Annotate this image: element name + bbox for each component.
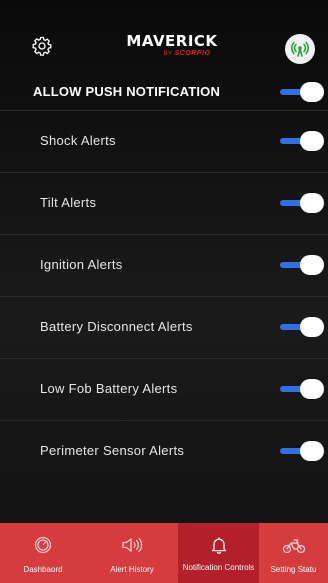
signal-button[interactable] <box>285 34 315 64</box>
bell-icon <box>210 536 228 554</box>
ignition-alerts-toggle[interactable] <box>280 255 324 275</box>
alert-label: Low Fob Battery Alerts <box>40 381 178 396</box>
alert-row-tilt: Tilt Alerts <box>0 172 328 234</box>
toggle-knob <box>300 379 324 399</box>
gear-icon[interactable] <box>32 36 52 56</box>
low-fob-battery-alerts-toggle[interactable] <box>280 379 324 399</box>
tilt-alerts-toggle[interactable] <box>280 193 324 213</box>
alert-row-ignition: Ignition Alerts <box>0 234 328 296</box>
shock-alerts-toggle[interactable] <box>280 131 324 151</box>
motorcycle-icon <box>282 536 306 554</box>
tab-notification-controls[interactable]: Notification Controls <box>178 523 259 583</box>
header: MAVERICK BY SCORPIO <box>0 0 328 78</box>
alert-row-battery-disconnect: Battery Disconnect Alerts <box>0 296 328 358</box>
battery-disconnect-alerts-toggle[interactable] <box>280 317 324 337</box>
master-notification-label: ALLOW PUSH NOTIFICATION <box>33 84 221 99</box>
perimeter-sensor-alerts-toggle[interactable] <box>280 441 324 461</box>
alert-row-low-fob-battery: Low Fob Battery Alerts <box>0 358 328 420</box>
tab-label: Notification Controls <box>182 563 255 572</box>
alert-label: Shock Alerts <box>40 133 116 148</box>
tab-label: Dashbaord <box>23 565 63 574</box>
logo-subtitle: BY SCORPIO <box>163 50 211 57</box>
tab-setting-status[interactable]: Setting Statu <box>259 523 328 583</box>
speaker-icon <box>121 536 143 554</box>
alert-label: Perimeter Sensor Alerts <box>40 443 185 458</box>
speedometer-icon <box>34 536 52 554</box>
tab-label: Alert History <box>110 565 154 574</box>
toggle-knob <box>300 131 324 151</box>
notification-controls-screen: MAVERICK BY SCORPIO ALLOW PUSH NOTIFICATI… <box>0 0 328 583</box>
logo-wordmark: MAVERICK <box>126 32 218 50</box>
alert-label: Ignition Alerts <box>40 257 123 272</box>
toggle-knob <box>300 193 324 213</box>
signal-tower-icon <box>291 41 309 57</box>
master-notification-toggle[interactable] <box>280 82 324 102</box>
master-notification-row: ALLOW PUSH NOTIFICATION <box>0 78 328 108</box>
maverick-logo: MAVERICK BY SCORPIO <box>120 33 224 63</box>
tab-dashboard[interactable]: Dashbaord <box>0 523 86 583</box>
bottom-tab-bar: Dashbaord Alert History Notification Con… <box>0 523 328 583</box>
alert-row-perimeter-sensor: Perimeter Sensor Alerts <box>0 420 328 482</box>
tab-label: Setting Statu <box>270 565 317 574</box>
toggle-knob <box>300 82 324 102</box>
toggle-knob <box>300 441 324 461</box>
alert-label: Tilt Alerts <box>40 195 97 210</box>
tab-alert-history[interactable]: Alert History <box>86 523 178 583</box>
alert-row-shock: Shock Alerts <box>0 110 328 172</box>
alert-label: Battery Disconnect Alerts <box>40 319 193 334</box>
toggle-knob <box>300 255 324 275</box>
toggle-knob <box>300 317 324 337</box>
